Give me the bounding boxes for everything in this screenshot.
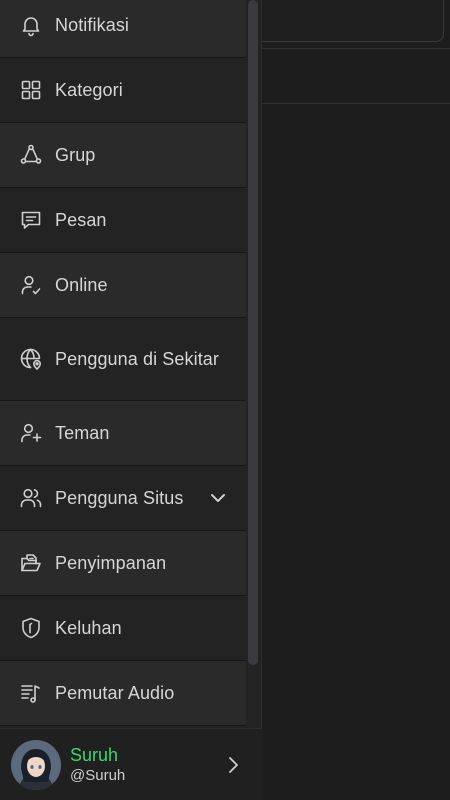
grid-icon	[18, 77, 44, 103]
globe-location-icon	[18, 346, 44, 372]
drawer-scrollbar[interactable]	[248, 0, 258, 665]
profile-handle: @Suruh	[70, 766, 126, 784]
menu-item-teman[interactable]: Teman	[0, 401, 246, 466]
menu-label: Pemutar Audio	[55, 682, 175, 703]
menu-label: Notifikasi	[55, 14, 130, 35]
menu-item-keluhan[interactable]: Keluhan	[0, 596, 246, 661]
message-icon	[18, 207, 44, 233]
background-divider	[262, 103, 450, 104]
group-share-icon	[18, 142, 44, 168]
chevron-down-icon[interactable]	[208, 488, 228, 508]
menu-label: Kategori	[55, 79, 123, 100]
menu-label: Penyimpanan	[55, 552, 167, 573]
chevron-right-icon[interactable]	[222, 754, 244, 776]
folder-icon	[18, 550, 44, 576]
playlist-music-icon	[18, 680, 44, 706]
profile-name: Suruh	[70, 744, 119, 765]
menu-label: Grup	[55, 144, 96, 165]
navigation-drawer: Notifikasi Kategori Grup Pesan Online Pe…	[0, 0, 262, 800]
user-plus-icon	[18, 420, 44, 446]
menu-label: Pengguna di Sekitar	[55, 348, 220, 369]
users-icon	[18, 485, 44, 511]
menu-label: Pesan	[55, 209, 107, 230]
menu-item-pemutar-audio[interactable]: Pemutar Audio	[0, 661, 246, 726]
avatar[interactable]	[11, 739, 61, 790]
menu-item-pengguna-situs[interactable]: Pengguna Situs	[0, 466, 246, 531]
menu-item-pengguna-di-sekitar[interactable]: Pengguna di Sekitar	[0, 318, 246, 401]
bell-icon	[18, 12, 44, 38]
menu-item-penyimpanan[interactable]: Penyimpanan	[0, 531, 246, 596]
background-divider	[262, 48, 450, 49]
menu-item-grup[interactable]: Grup	[0, 123, 246, 188]
menu-item-online[interactable]: Online	[0, 253, 246, 318]
background-search-box	[250, 0, 444, 42]
menu-label: Pengguna Situs	[55, 487, 184, 508]
user-check-icon	[18, 272, 44, 298]
profile-footer[interactable]: Suruh @Suruh	[0, 728, 262, 800]
menu-label: Online	[55, 274, 108, 295]
menu-label: Keluhan	[55, 617, 122, 638]
menu-label: Teman	[55, 422, 110, 443]
menu-item-pesan[interactable]: Pesan	[0, 188, 246, 253]
menu-item-kategori[interactable]: Kategori	[0, 58, 246, 123]
menu-item-notifikasi[interactable]: Notifikasi	[0, 0, 246, 58]
drawer-menu: Notifikasi Kategori Grup Pesan Online Pe…	[0, 0, 246, 726]
shield-icon	[18, 615, 44, 641]
background-app	[250, 0, 450, 800]
screen: Notifikasi Kategori Grup Pesan Online Pe…	[0, 0, 450, 800]
profile-text: Suruh @Suruh	[70, 745, 222, 785]
